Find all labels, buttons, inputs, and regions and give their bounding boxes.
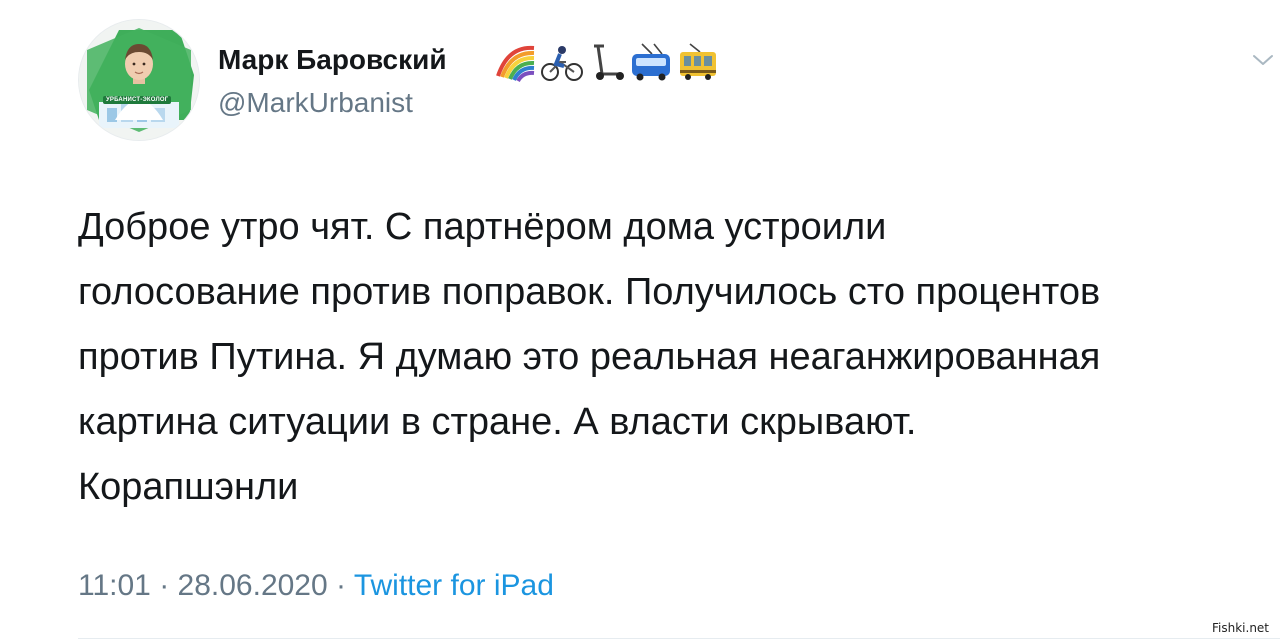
watermark: Fishki.net <box>1212 621 1270 635</box>
tram-icon <box>680 43 716 80</box>
author-handle[interactable]: @MarkUrbanist <box>218 85 413 121</box>
tweet-text: Доброе утро чят. С партнёром дома устрои… <box>78 206 1101 508</box>
meta-separator: · <box>150 569 178 602</box>
cyclist-icon <box>541 46 583 81</box>
more-options-button[interactable] <box>1252 52 1274 68</box>
name-emojis <box>494 40 724 83</box>
tweet-source-link[interactable]: Twitter for iPad <box>354 569 554 602</box>
kick-scooter-icon <box>594 44 624 80</box>
trolleybus-icon <box>632 43 670 81</box>
chevron-down-icon <box>1253 55 1273 65</box>
avatar[interactable]: УРБАНИСТ-ЭКОЛОГ <box>79 20 199 140</box>
rainbow-icon <box>496 45 535 83</box>
avatar-badge: УРБАНИСТ-ЭКОЛОГ <box>103 96 172 104</box>
avatar-image <box>79 20 199 140</box>
tweet-metadata: 11:01 · 28.06.2020 · Twitter for iPad <box>78 566 554 606</box>
divider <box>78 638 1280 639</box>
tweet-date[interactable]: 28.06.2020 <box>178 569 328 602</box>
meta-separator: · <box>327 569 354 602</box>
tweet-time[interactable]: 11:01 <box>78 569 151 602</box>
author-display-name[interactable]: Марк Баровский <box>218 42 447 78</box>
